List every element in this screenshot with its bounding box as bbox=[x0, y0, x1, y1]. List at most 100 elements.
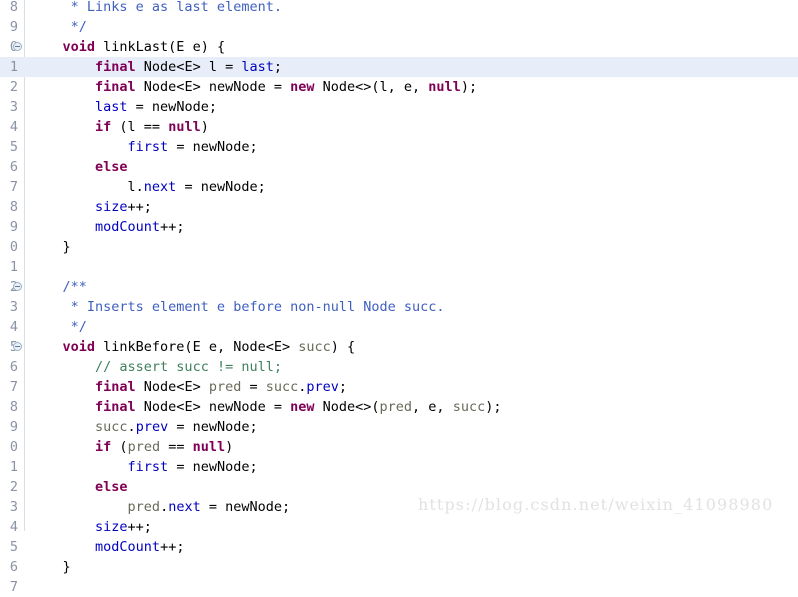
code-text[interactable]: else bbox=[30, 157, 128, 177]
code-line[interactable]: 7 final Node<E> pred = succ.prev; bbox=[0, 377, 798, 397]
line-number: 7 bbox=[9, 379, 18, 395]
code-line[interactable]: 9 */ bbox=[0, 17, 798, 37]
code-token: Node<>(l, e, bbox=[314, 79, 429, 95]
code-text[interactable]: * Links e as last element. bbox=[30, 0, 282, 17]
code-text[interactable]: l.next = newNode; bbox=[30, 177, 266, 197]
code-token: null bbox=[192, 439, 226, 455]
code-text[interactable]: /** bbox=[30, 277, 87, 297]
code-text[interactable]: // assert succ != null; bbox=[30, 357, 282, 377]
code-text[interactable]: void linkLast(E e) { bbox=[30, 37, 226, 57]
code-line[interactable]: 5 void linkBefore(E e, Node<E> succ) { bbox=[0, 337, 798, 357]
code-line[interactable]: 9 modCount++; bbox=[0, 217, 798, 237]
code-token: = newNode; bbox=[127, 99, 217, 115]
code-line[interactable]: 5 first = newNode; bbox=[0, 137, 798, 157]
code-token: first bbox=[127, 459, 169, 475]
code-lines-container[interactable]: 8 * Links e as last element.9 */0 void l… bbox=[0, 0, 798, 595]
code-token: next bbox=[168, 499, 201, 515]
code-token: ; bbox=[273, 59, 283, 75]
code-text[interactable]: if (l == null) bbox=[30, 117, 209, 137]
code-token: . bbox=[127, 419, 136, 435]
fold-collapse-icon[interactable] bbox=[13, 342, 22, 351]
code-token: pred bbox=[127, 499, 161, 515]
code-token: void bbox=[62, 339, 96, 355]
code-token: l bbox=[208, 59, 217, 75]
code-line[interactable]: 1 final Node<E> l = last; bbox=[0, 57, 798, 77]
code-text[interactable]: } bbox=[30, 237, 71, 257]
code-token: linkLast(E e) { bbox=[95, 39, 226, 55]
code-line[interactable]: 7 bbox=[0, 577, 798, 597]
csdn-watermark: https://blog.csdn.net/weixin_41098980 bbox=[418, 495, 774, 514]
code-token: = newNode; bbox=[168, 459, 258, 475]
line-number: 8 bbox=[9, 199, 18, 215]
code-line[interactable]: 5 modCount++; bbox=[0, 537, 798, 557]
code-line[interactable]: 7 l.next = newNode; bbox=[0, 177, 798, 197]
code-line[interactable]: 0 void linkLast(E e) { bbox=[0, 37, 798, 57]
code-line[interactable]: 6 else bbox=[0, 157, 798, 177]
code-text[interactable]: succ.prev = newNode; bbox=[30, 417, 258, 437]
fold-collapse-icon[interactable] bbox=[13, 282, 22, 291]
code-line[interactable]: 0 if (pred == null) bbox=[0, 437, 798, 457]
code-line[interactable]: 0 } bbox=[0, 237, 798, 257]
code-text[interactable]: last = newNode; bbox=[30, 97, 217, 117]
code-token: ++; bbox=[127, 519, 152, 535]
code-line[interactable]: 1 first = newNode; bbox=[0, 457, 798, 477]
code-text[interactable]: if (pred == null) bbox=[30, 437, 233, 457]
code-text[interactable]: first = newNode; bbox=[30, 457, 258, 477]
code-line[interactable]: 9 succ.prev = newNode; bbox=[0, 417, 798, 437]
line-number: 0 bbox=[9, 239, 18, 255]
code-text[interactable]: else bbox=[30, 477, 128, 497]
code-text[interactable]: */ bbox=[30, 17, 87, 37]
line-number: 8 bbox=[9, 0, 18, 15]
code-line[interactable]: 4 */ bbox=[0, 317, 798, 337]
code-line[interactable]: 8 final Node<E> newNode = new Node<>(pre… bbox=[0, 397, 798, 417]
code-text[interactable]: size++; bbox=[30, 517, 152, 537]
line-number: 9 bbox=[9, 19, 18, 35]
code-text[interactable]: final Node<E> newNode = new Node<>(pred,… bbox=[30, 397, 501, 417]
code-line[interactable]: 2 final Node<E> newNode = new Node<>(l, … bbox=[0, 77, 798, 97]
code-token: null bbox=[428, 79, 461, 95]
code-line[interactable]: 4 size++; bbox=[0, 517, 798, 537]
code-token: new bbox=[290, 79, 315, 95]
code-line[interactable]: 4 if (l == null) bbox=[0, 117, 798, 137]
code-line[interactable]: 2 else bbox=[0, 477, 798, 497]
code-token: Node<E> newNode = bbox=[135, 399, 291, 415]
code-line[interactable]: 3 * Inserts element e before non-null No… bbox=[0, 297, 798, 317]
code-token: */ bbox=[30, 19, 87, 35]
code-token: ++; bbox=[127, 199, 152, 215]
code-text[interactable]: first = newNode; bbox=[30, 137, 258, 157]
code-text[interactable]: final Node<E> l = last; bbox=[30, 57, 282, 77]
code-token: Node<>( bbox=[314, 399, 380, 415]
code-text[interactable]: } bbox=[30, 557, 71, 577]
code-token: = newNode; bbox=[200, 499, 291, 515]
code-text[interactable]: final Node<E> newNode = new Node<>(l, e,… bbox=[30, 77, 477, 97]
code-text[interactable]: pred.next = newNode; bbox=[30, 497, 291, 517]
code-line[interactable]: 6 // assert succ != null; bbox=[0, 357, 798, 377]
code-line[interactable]: 8 size++; bbox=[0, 197, 798, 217]
code-line[interactable]: 8 * Links e as last element. bbox=[0, 0, 798, 17]
code-token: ) bbox=[200, 119, 209, 135]
fold-collapse-icon[interactable] bbox=[13, 42, 22, 51]
code-line[interactable]: 6 } bbox=[0, 557, 798, 577]
code-text[interactable]: void linkBefore(E e, Node<E> succ) { bbox=[30, 337, 356, 357]
code-text[interactable]: modCount++; bbox=[30, 217, 184, 237]
code-editor[interactable]: 8 * Links e as last element.9 */0 void l… bbox=[0, 0, 798, 595]
code-text[interactable]: * Inserts element e before non-null Node… bbox=[30, 297, 445, 317]
code-line[interactable]: 1 bbox=[0, 257, 798, 277]
code-text[interactable]: size++; bbox=[30, 197, 152, 217]
line-number: 5 bbox=[9, 139, 18, 155]
code-text[interactable]: modCount++; bbox=[30, 537, 184, 557]
code-text[interactable]: */ bbox=[30, 317, 87, 337]
code-text[interactable]: final Node<E> pred = succ.prev; bbox=[30, 377, 347, 397]
code-line[interactable]: 3 last = newNode; bbox=[0, 97, 798, 117]
code-token: succ bbox=[298, 339, 331, 355]
code-line[interactable]: 2 /** bbox=[0, 277, 798, 297]
